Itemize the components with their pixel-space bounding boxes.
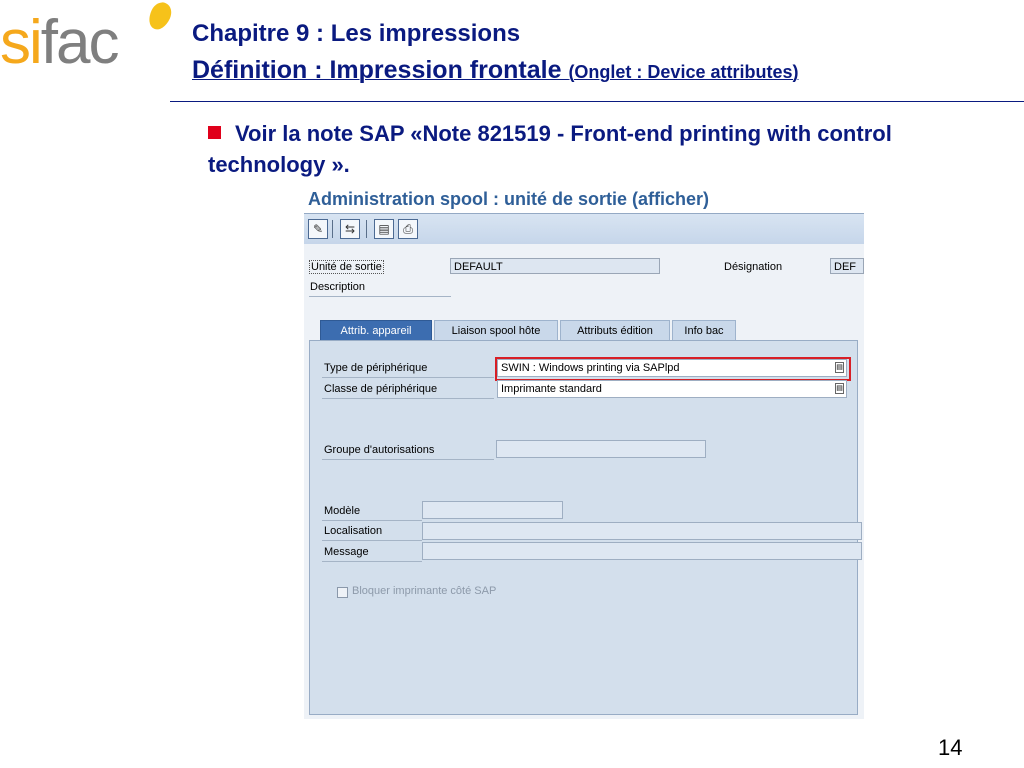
message-label: Message bbox=[324, 546, 369, 558]
location-field[interactable] bbox=[422, 522, 862, 540]
location-label: Localisation bbox=[324, 525, 383, 537]
label-underline bbox=[322, 398, 494, 399]
onglet-text: (Onglet : Device attributes) bbox=[568, 62, 799, 82]
dropdown-icon[interactable]: ▤ bbox=[835, 383, 844, 394]
message-field[interactable] bbox=[422, 542, 862, 560]
logo-letter-s: s bbox=[0, 8, 31, 77]
label-underline bbox=[322, 459, 494, 460]
toolbar-separator bbox=[366, 220, 367, 238]
description-underline bbox=[309, 296, 451, 297]
sap-screen-title: Administration spool : unité de sortie (… bbox=[308, 189, 710, 209]
bullet-square-icon bbox=[208, 126, 221, 139]
dropdown-icon[interactable]: ▤ bbox=[835, 362, 844, 373]
tab-info-bac[interactable]: Info bac bbox=[672, 320, 736, 340]
label-underline bbox=[322, 377, 494, 378]
chapter-title: Chapitre 9 : Les impressions bbox=[192, 20, 521, 47]
header-divider bbox=[170, 101, 1024, 102]
bullet-text: Voir la note SAP «Note 821519 - Front-en… bbox=[208, 121, 892, 177]
tab-attrib-appareil[interactable]: Attrib. appareil bbox=[320, 320, 432, 340]
model-label: Modèle bbox=[324, 505, 361, 517]
lock-printer-checkbox[interactable] bbox=[337, 587, 348, 598]
sifac-logo: sifac bbox=[0, 0, 180, 80]
label-underline bbox=[322, 561, 422, 562]
sap-toolbar: ✎ ⇆ ▤ ⎙ bbox=[304, 214, 864, 244]
print-icon[interactable]: ⎙ bbox=[398, 219, 418, 239]
model-field[interactable] bbox=[422, 501, 563, 519]
device-type-field[interactable]: SWIN : Windows printing via SAPlpd ▤ bbox=[497, 359, 847, 377]
page-number: 14 bbox=[938, 735, 963, 760]
label-underline bbox=[322, 520, 422, 521]
tab-strip: Attrib. appareil Liaison spool hôte Attr… bbox=[316, 320, 854, 340]
label-underline bbox=[322, 540, 422, 541]
tab-liaison-spool-hote[interactable]: Liaison spool hôte bbox=[434, 320, 558, 340]
logo-drop-icon bbox=[145, 0, 175, 33]
device-class-label: Classe de périphérique bbox=[324, 383, 438, 395]
designation-field[interactable]: DEF bbox=[830, 258, 864, 274]
definition-text: Définition : Impression frontale bbox=[192, 56, 562, 84]
output-device-label: Unité de sortie bbox=[309, 260, 384, 274]
toolbar-separator bbox=[332, 220, 333, 238]
designation-label: Désignation bbox=[724, 261, 783, 273]
logo-letter-i: i bbox=[29, 8, 43, 77]
logo-letters-fac: fac bbox=[40, 8, 120, 77]
bullet-item: Voir la note SAP «Note 821519 - Front-en… bbox=[208, 118, 908, 180]
lock-printer-label: Bloquer imprimante côté SAP bbox=[352, 585, 497, 597]
pencil-icon[interactable]: ✎ bbox=[308, 219, 328, 239]
auth-group-label: Groupe d'autorisations bbox=[324, 444, 435, 456]
device-attributes-panel: Type de périphérique SWIN : Windows prin… bbox=[309, 340, 862, 715]
device-class-value: Imprimante standard bbox=[501, 383, 602, 395]
device-type-label: Type de périphérique bbox=[324, 362, 428, 374]
device-class-field[interactable]: Imprimante standard ▤ bbox=[497, 380, 847, 398]
description-label: Description bbox=[310, 281, 366, 293]
section-title: Définition : Impression frontale (Onglet… bbox=[192, 56, 798, 85]
output-device-field[interactable]: DEFAULT bbox=[450, 258, 660, 274]
device-type-value: SWIN : Windows printing via SAPlpd bbox=[501, 362, 680, 374]
switch-icon[interactable]: ⇆ bbox=[340, 219, 360, 239]
sap-screen: ✎ ⇆ ▤ ⎙ Unité de sortie DEFAULT Désignat… bbox=[304, 213, 864, 719]
document-icon[interactable]: ▤ bbox=[374, 219, 394, 239]
tab-attributs-edition[interactable]: Attributs édition bbox=[560, 320, 670, 340]
auth-group-field[interactable] bbox=[496, 440, 706, 458]
